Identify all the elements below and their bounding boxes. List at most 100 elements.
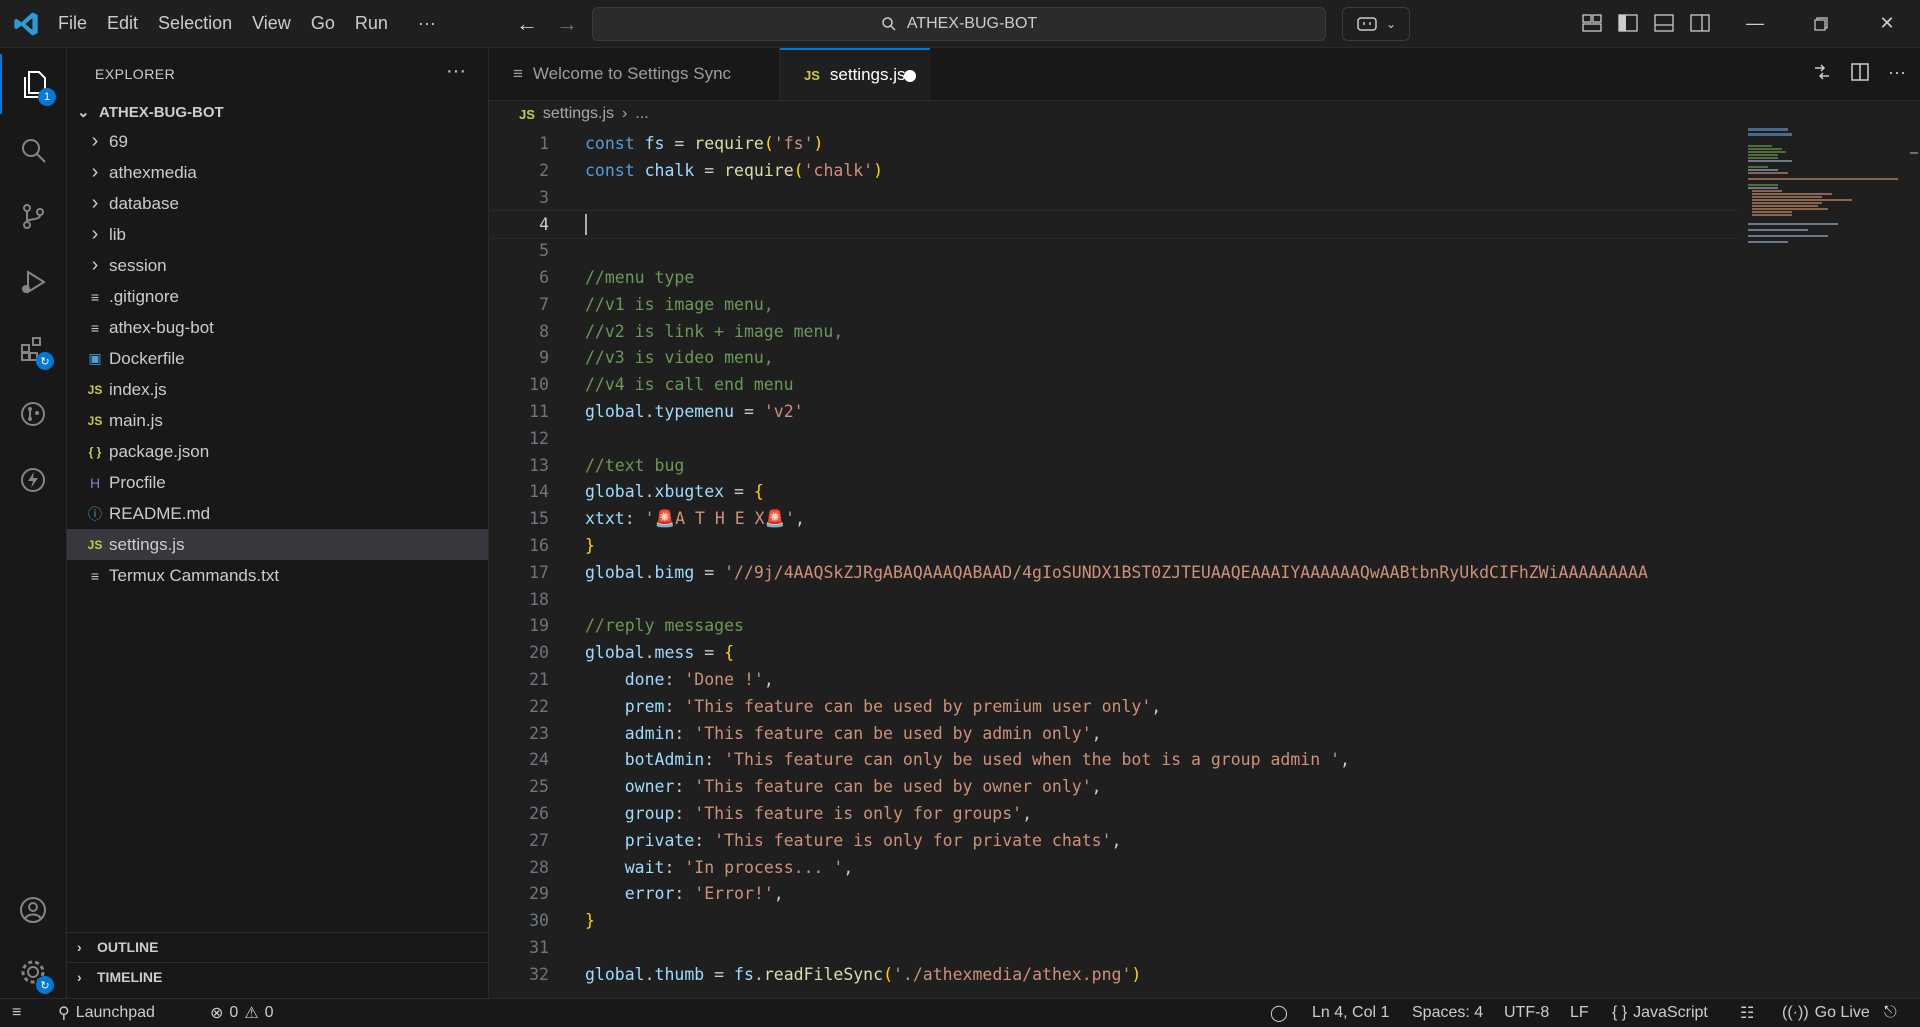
code-line[interactable]: 3 <box>489 184 1739 211</box>
code-line[interactable]: 30} <box>489 907 1739 934</box>
indentation-indicator[interactable]: Spaces: 4 <box>1412 999 1483 1027</box>
code-line[interactable]: 2 const chalk = require('chalk') <box>489 157 1739 184</box>
breadcrumb-more[interactable]: ... <box>635 105 648 123</box>
breadcrumb-file[interactable]: settings.js <box>543 105 614 123</box>
github-activity[interactable] <box>0 384 66 444</box>
code-line[interactable]: 31 <box>489 934 1739 961</box>
unsaved-dot-icon[interactable] <box>904 70 916 82</box>
code-line[interactable]: 7 //v1 is image menu, <box>489 291 1739 318</box>
extensions-activity[interactable]: ↻ <box>0 318 66 378</box>
code-line[interactable]: 11 global.typemenu = 'v2' <box>489 398 1739 425</box>
code-line[interactable]: 15 xtxt: '🚨A T H E X🚨', <box>489 505 1739 532</box>
tree-file[interactable]: { } package.json <box>67 436 488 467</box>
code-line[interactable]: 24 botAdmin: 'This feature can only be u… <box>489 746 1739 773</box>
cursor-position[interactable]: Ln 4, Col 1 <box>1312 999 1389 1027</box>
tree-folder[interactable]: › 69 <box>67 126 488 157</box>
code-line[interactable]: 4 <box>489 210 1739 240</box>
code-line[interactable]: 29 error: 'Error!', <box>489 880 1739 907</box>
manage-activity[interactable]: ↻ <box>0 942 66 1002</box>
code-line[interactable]: 1 const fs = require('fs') <box>489 130 1739 157</box>
menu-go[interactable]: Go <box>301 0 345 47</box>
code-line[interactable]: 12 <box>489 425 1739 452</box>
remote-indicator[interactable]: ≡ <box>12 999 21 1027</box>
timeline-status-icon[interactable]: ◯ <box>1270 999 1288 1027</box>
code-editor[interactable]: 1 const fs = require('fs') 2 const chalk = … <box>489 128 1920 998</box>
source-control-activity[interactable] <box>0 186 66 246</box>
menu-more[interactable]: ··· <box>398 0 446 47</box>
tree-file[interactable]: ⓘ README.md <box>67 498 488 529</box>
tab-settings-js[interactable]: JS settings.js <box>780 48 930 100</box>
accounts-activity[interactable] <box>0 880 66 940</box>
copilot-button[interactable]: ⌄ <box>1342 7 1410 41</box>
code-line[interactable]: 18 <box>489 586 1739 613</box>
outline-section[interactable]: › OUTLINE <box>67 932 488 961</box>
tree-folder[interactable]: › session <box>67 250 488 281</box>
tree-file[interactable]: ≡ .gitignore <box>67 281 488 312</box>
code-line[interactable]: 32 global.thumb = fs.readFileSync('./athe… <box>489 961 1739 988</box>
tree-folder[interactable]: › athexmedia <box>67 157 488 188</box>
menu-file[interactable]: File <box>48 0 97 47</box>
thunder-client-activity[interactable] <box>0 450 66 510</box>
code-line[interactable]: 8 //v2 is link + image menu, <box>489 318 1739 345</box>
code-line[interactable]: 17 global.bimg = '//9j/4AAQSkZJRgABAQAAAQ… <box>489 559 1739 586</box>
timeline-section[interactable]: › TIMELINE <box>67 962 488 991</box>
tree-file[interactable]: H Procfile <box>67 467 488 498</box>
minimize-icon[interactable]: — <box>1722 0 1788 47</box>
run-debug-activity[interactable] <box>0 252 66 312</box>
more-actions-icon[interactable]: ··· <box>1888 62 1906 87</box>
menu-view[interactable]: View <box>242 0 301 47</box>
code-line[interactable]: 13 //text bug <box>489 452 1739 479</box>
customize-layout-icon[interactable] <box>1580 10 1604 36</box>
tree-file[interactable]: JS index.js <box>67 374 488 405</box>
tree-file[interactable]: ≡ athex-bug-bot <box>67 312 488 343</box>
problems-indicator[interactable]: ⊗ 0 ⚠ 0 <box>210 999 274 1027</box>
toggle-panel-icon[interactable] <box>1652 10 1676 36</box>
menu-selection[interactable]: Selection <box>148 0 242 47</box>
scrollbar-thumb[interactable] <box>1910 152 1918 154</box>
explorer-activity[interactable]: 1 <box>0 54 68 114</box>
copilot-status-icon[interactable]: ☷ <box>1740 999 1754 1027</box>
code-line[interactable]: 10 //v4 is call end menu <box>489 371 1739 398</box>
code-line[interactable]: 20 global.mess = { <box>489 639 1739 666</box>
vertical-scrollbar[interactable] <box>1908 128 1920 998</box>
toggle-primary-sidebar-icon[interactable] <box>1616 10 1640 36</box>
code-line[interactable]: 19 //reply messages <box>489 612 1739 639</box>
code-line[interactable]: 26 group: 'This feature is only for grou… <box>489 800 1739 827</box>
code-line[interactable]: 28 wait: 'In process... ', <box>489 854 1739 881</box>
compare-icon[interactable] <box>1812 62 1832 87</box>
search-activity[interactable] <box>0 120 66 180</box>
tree-folder[interactable]: › lib <box>67 219 488 250</box>
minimap[interactable] <box>1738 128 1908 998</box>
split-editor-icon[interactable] <box>1850 62 1870 87</box>
code-line[interactable]: 16} <box>489 532 1739 559</box>
tab-welcome-settings-sync[interactable]: ≡ Welcome to Settings Sync <box>489 48 780 100</box>
launchpad-button[interactable]: ⚲ Launchpad <box>58 999 155 1027</box>
tree-file[interactable]: ▣ Dockerfile <box>67 343 488 374</box>
tree-file[interactable]: ≡ Termux Cammands.txt <box>67 560 488 591</box>
forward-arrow-icon[interactable]: → <box>552 10 582 38</box>
code-line[interactable]: 23 admin: 'This feature can be used by a… <box>489 720 1739 747</box>
encoding-indicator[interactable]: UTF-8 <box>1504 999 1549 1027</box>
workspace-root-folder[interactable]: ⌄ ATHEX-BUG-BOT <box>67 100 488 124</box>
menu-edit[interactable]: Edit <box>97 0 148 47</box>
code-line[interactable]: 21 done: 'Done !', <box>489 666 1739 693</box>
code-line[interactable]: 25 owner: 'This feature can be used by o… <box>489 773 1739 800</box>
eol-indicator[interactable]: LF <box>1570 999 1589 1027</box>
go-live-button[interactable]: ((·)) Go Live <box>1782 999 1870 1027</box>
toggle-secondary-sidebar-icon[interactable] <box>1688 10 1712 36</box>
language-mode[interactable]: { } JavaScript <box>1612 999 1708 1027</box>
back-arrow-icon[interactable]: ← <box>512 10 542 38</box>
restore-icon[interactable] <box>1788 0 1854 47</box>
code-line[interactable]: 9 //v3 is video menu, <box>489 344 1739 371</box>
code-line[interactable]: 27 private: 'This feature is only for pr… <box>489 827 1739 854</box>
tree-file[interactable]: JS main.js <box>67 405 488 436</box>
notifications-bell-icon[interactable]: ⎋ <box>1884 999 1897 1027</box>
tree-file[interactable]: JS settings.js <box>67 529 488 560</box>
code-line[interactable]: 5 <box>489 237 1739 264</box>
code-line[interactable]: 14 global.xbugtex = { <box>489 478 1739 505</box>
menu-run[interactable]: Run <box>345 0 398 47</box>
code-line[interactable]: 22 prem: 'This feature can be used by pr… <box>489 693 1739 720</box>
tree-folder[interactable]: › database <box>67 188 488 219</box>
more-actions-icon[interactable]: ··· <box>446 60 466 83</box>
code-line[interactable]: 6 //menu type <box>489 264 1739 291</box>
